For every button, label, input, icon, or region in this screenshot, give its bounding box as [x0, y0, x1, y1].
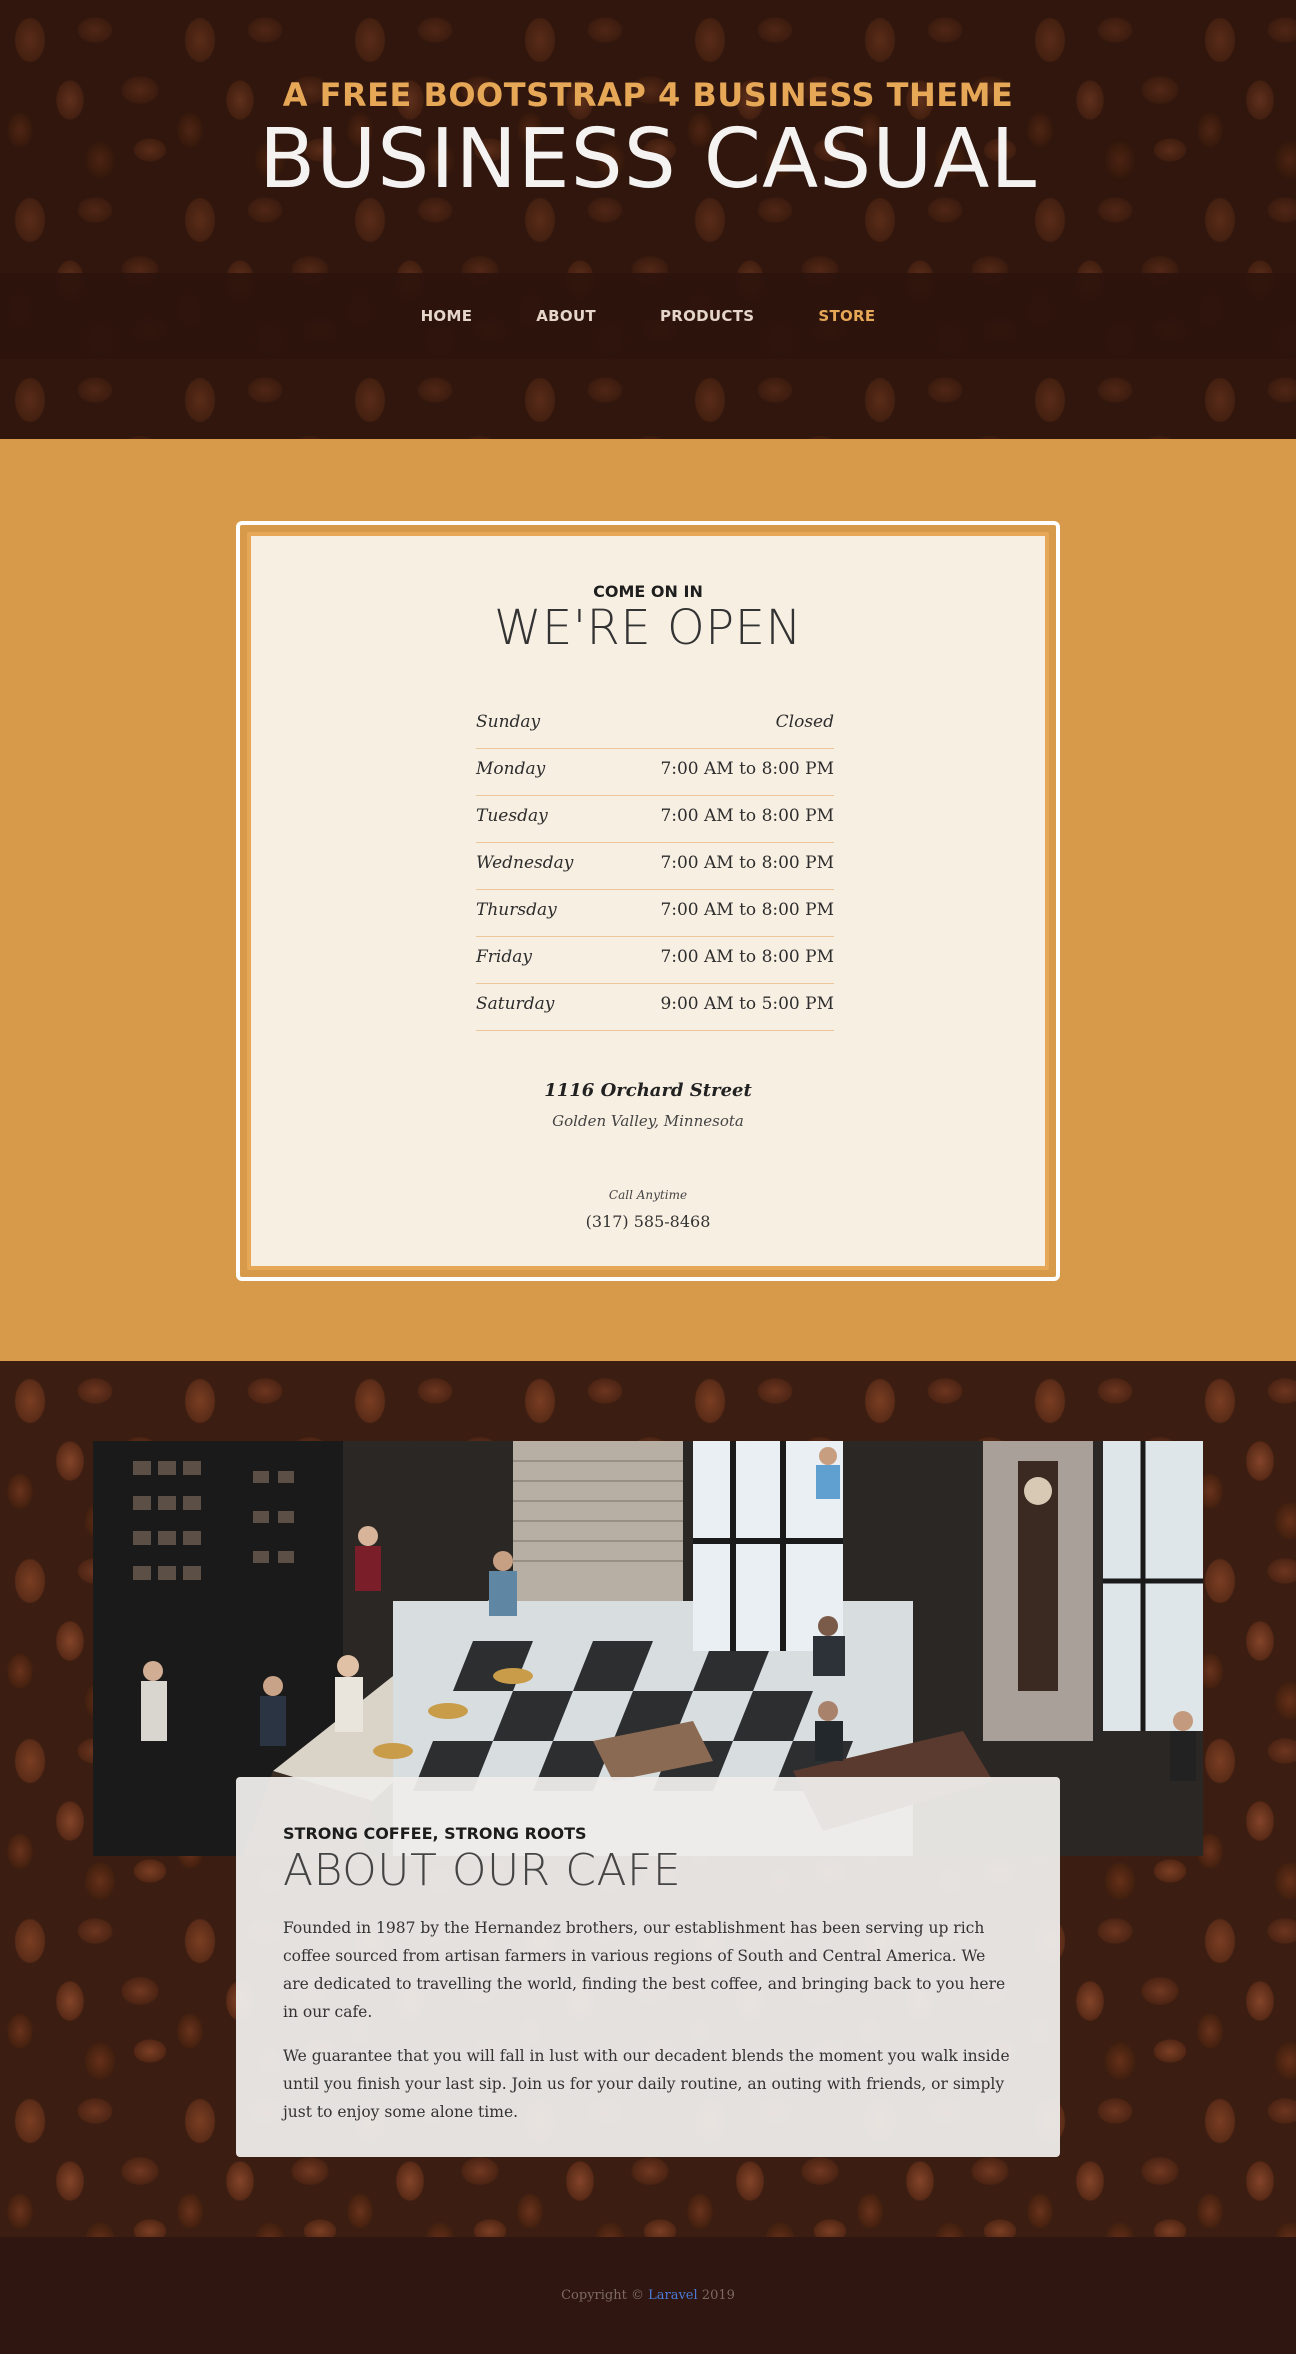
nav-item-about[interactable]: ABOUT [536, 299, 596, 333]
header-overlay [0, 0, 1296, 439]
hours-title: WE'RE OPEN [494, 600, 802, 656]
hours-day: Friday [476, 947, 532, 967]
hours-list: Sunday Closed Monday 7:00 AM to 8:00 PM … [476, 702, 834, 1031]
hours-time: 9:00 AM to 5:00 PM [660, 994, 834, 1014]
hours-row-friday: Friday 7:00 AM to 8:00 PM [476, 937, 834, 984]
hours-time: 7:00 AM to 8:00 PM [660, 900, 834, 920]
hours-row-saturday: Saturday 9:00 AM to 5:00 PM [476, 984, 834, 1031]
hours-row-tuesday: Tuesday 7:00 AM to 8:00 PM [476, 796, 834, 843]
site-title[interactable]: BUSINESS CASUAL [0, 112, 1296, 207]
nav-item-products[interactable]: PRODUCTS [660, 299, 754, 333]
hours-row-sunday: Sunday Closed [476, 702, 834, 749]
hours-time: Closed [775, 712, 834, 732]
hours-card-inner: COME ON IN WE'RE OPEN Sunday Closed Mond… [247, 532, 1049, 1270]
hours-card: COME ON IN WE'RE OPEN Sunday Closed Mond… [236, 521, 1060, 1281]
about-box: STRONG COFFEE, STRONG ROOTS ABOUT OUR CA… [236, 1777, 1060, 2157]
hours-day: Thursday [476, 900, 557, 920]
about-paragraph-2: We guarantee that you will fall in lust … [283, 2047, 1010, 2121]
hours-day: Sunday [476, 712, 541, 732]
hours-time: 7:00 AM to 8:00 PM [660, 947, 834, 967]
main-navbar: HOME ABOUT PRODUCTS STORE [0, 273, 1296, 359]
hours-row-monday: Monday 7:00 AM to 8:00 PM [476, 749, 834, 796]
street-address: 1116 Orchard Street [544, 1080, 752, 1101]
about-kicker: STRONG COFFEE, STRONG ROOTS [283, 1824, 587, 1843]
hours-time: 7:00 AM to 8:00 PM [660, 806, 834, 826]
about-paragraph-1: Founded in 1987 by the Hernandez brother… [283, 1919, 1006, 2021]
city-address: Golden Valley, Minnesota [552, 1112, 744, 1130]
phone-number: (317) 585-8468 [585, 1212, 711, 1231]
hours-row-thursday: Thursday 7:00 AM to 8:00 PM [476, 890, 834, 937]
nav-item-store[interactable]: STORE [818, 299, 875, 333]
hours-row-wednesday: Wednesday 7:00 AM to 8:00 PM [476, 843, 834, 890]
site-footer: Copyright © Laravel 2019 [0, 2237, 1296, 2354]
call-label: Call Anytime [608, 1188, 688, 1202]
hours-day: Monday [476, 759, 546, 779]
site-subtitle: A FREE BOOTSTRAP 4 BUSINESS THEME [282, 76, 1014, 114]
laravel-link[interactable]: Laravel [648, 2288, 698, 2303]
copyright-year: 2019 [701, 2288, 735, 2303]
hours-time: 7:00 AM to 8:00 PM [660, 759, 834, 779]
copyright-prefix: Copyright © [561, 2288, 644, 2303]
nav-item-home[interactable]: HOME [421, 299, 473, 333]
hours-day: Saturday [476, 994, 555, 1014]
copyright-text: Copyright © Laravel 2019 [561, 2288, 735, 2303]
hours-day: Wednesday [476, 853, 574, 873]
about-title: ABOUT OUR CAFE [283, 1845, 682, 1896]
site-header: A FREE BOOTSTRAP 4 BUSINESS THEME BUSINE… [0, 0, 1296, 439]
about-section: STRONG COFFEE, STRONG ROOTS ABOUT OUR CA… [0, 1361, 1296, 2237]
hours-time: 7:00 AM to 8:00 PM [660, 853, 834, 873]
site-title-text: BUSINESS CASUAL [258, 112, 1038, 207]
hours-section: COME ON IN WE'RE OPEN Sunday Closed Mond… [0, 439, 1296, 1361]
hours-kicker: COME ON IN [593, 582, 703, 601]
hours-day: Tuesday [476, 806, 548, 826]
